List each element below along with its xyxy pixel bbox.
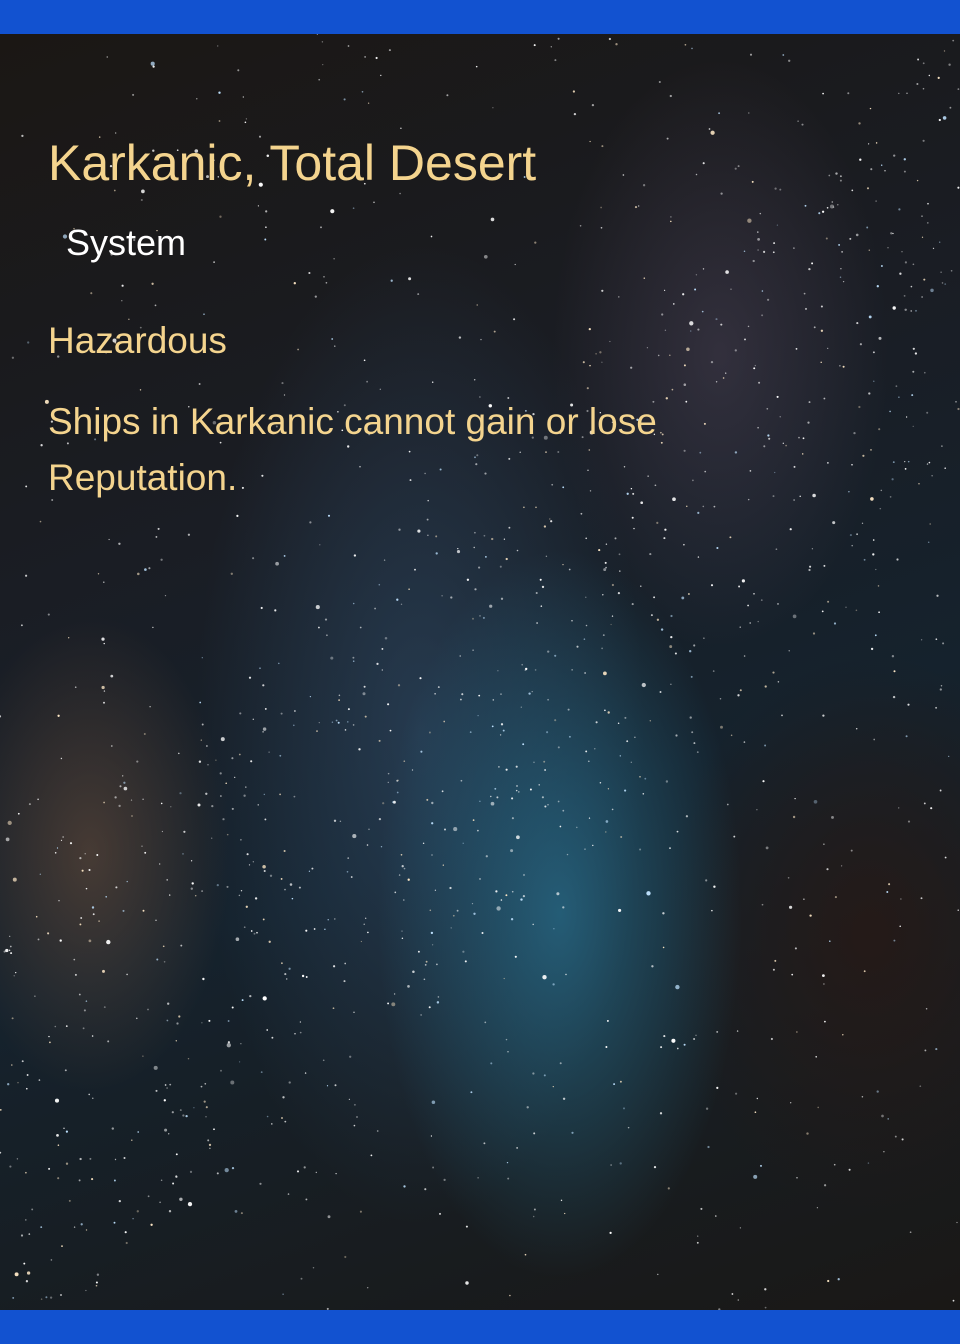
bottom-border (0, 1310, 960, 1344)
card-rules-text: Ships in Karkanic cannot gain or lose Re… (48, 401, 657, 498)
system-card: Karkanic, Total Desert System Hazardous … (0, 34, 960, 1310)
card-type: System (66, 222, 187, 263)
top-border (0, 0, 960, 34)
card-title: Karkanic, Total Desert (48, 135, 537, 191)
card-keyword: Hazardous (48, 320, 227, 361)
